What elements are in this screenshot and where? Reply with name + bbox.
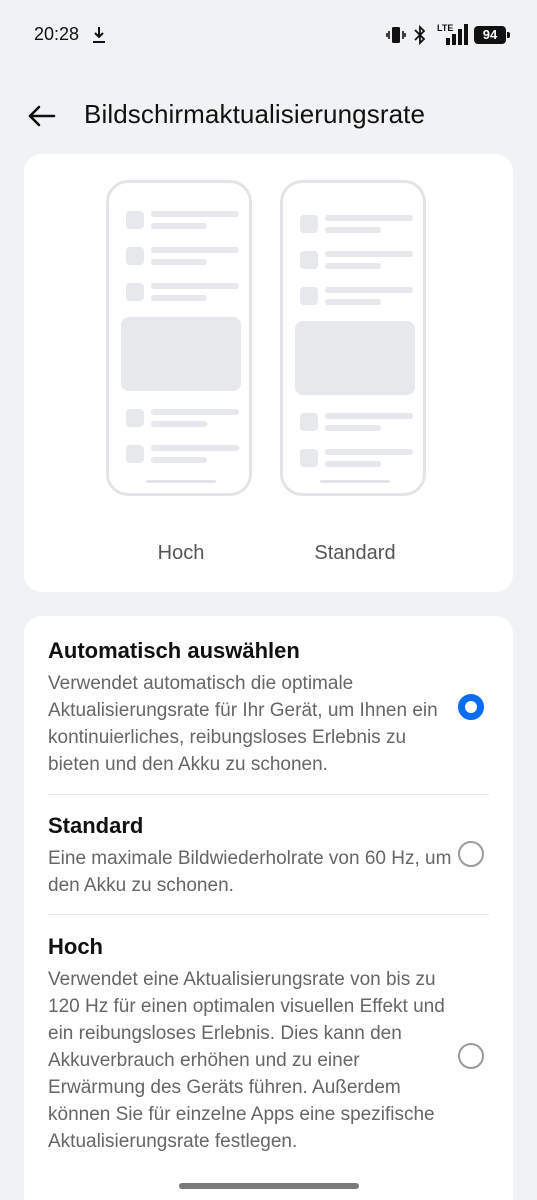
option-standard-description: Eine maximale Bildwiederholrate von 60 H… — [48, 848, 452, 896]
option-standard-radio[interactable] — [458, 841, 484, 867]
option-auto-title: Automatisch auswählen — [48, 638, 300, 663]
divider — [48, 914, 489, 915]
option-auto[interactable]: Automatisch auswählen Verwendet automati… — [48, 638, 488, 778]
battery-indicator: 94 — [474, 26, 510, 44]
refresh-rate-options: Automatisch auswählen Verwendet automati… — [24, 616, 513, 1200]
back-arrow-icon[interactable] — [24, 98, 60, 134]
signal-lte-icon: LTE — [436, 22, 468, 46]
page-title: Bildschirmaktualisierungsrate — [84, 99, 426, 129]
status-time: 20:28 — [34, 24, 80, 44]
bluetooth-icon — [414, 24, 426, 46]
preview-phone-standard — [280, 180, 426, 496]
option-auto-description: Verwendet automatisch die optimale Aktua… — [48, 673, 438, 775]
option-high-title: Hoch — [48, 934, 103, 959]
option-high-radio[interactable] — [458, 1043, 484, 1069]
vibrate-icon — [386, 27, 406, 43]
preview-card: Hoch Standard — [24, 154, 513, 592]
option-standard-title: Standard — [48, 813, 144, 838]
option-high[interactable]: Hoch Verwendet eine Aktualisierungsrate … — [48, 934, 488, 1155]
preview-label-standard: Standard — [314, 542, 396, 564]
preview-label-high: Hoch — [157, 542, 205, 564]
option-high-description: Verwendet eine Aktualisierungsrate von b… — [48, 969, 445, 1152]
option-standard[interactable]: Standard Eine maximale Bildwiederholrate… — [48, 813, 488, 899]
home-indicator[interactable] — [179, 1183, 359, 1189]
preview-phone-high — [106, 180, 252, 496]
svg-text:LTE: LTE — [437, 23, 453, 33]
download-icon — [93, 27, 105, 43]
status-bar: 20:28 LTE 94 — [0, 0, 537, 70]
option-auto-radio[interactable] — [458, 694, 484, 720]
divider — [48, 794, 489, 795]
